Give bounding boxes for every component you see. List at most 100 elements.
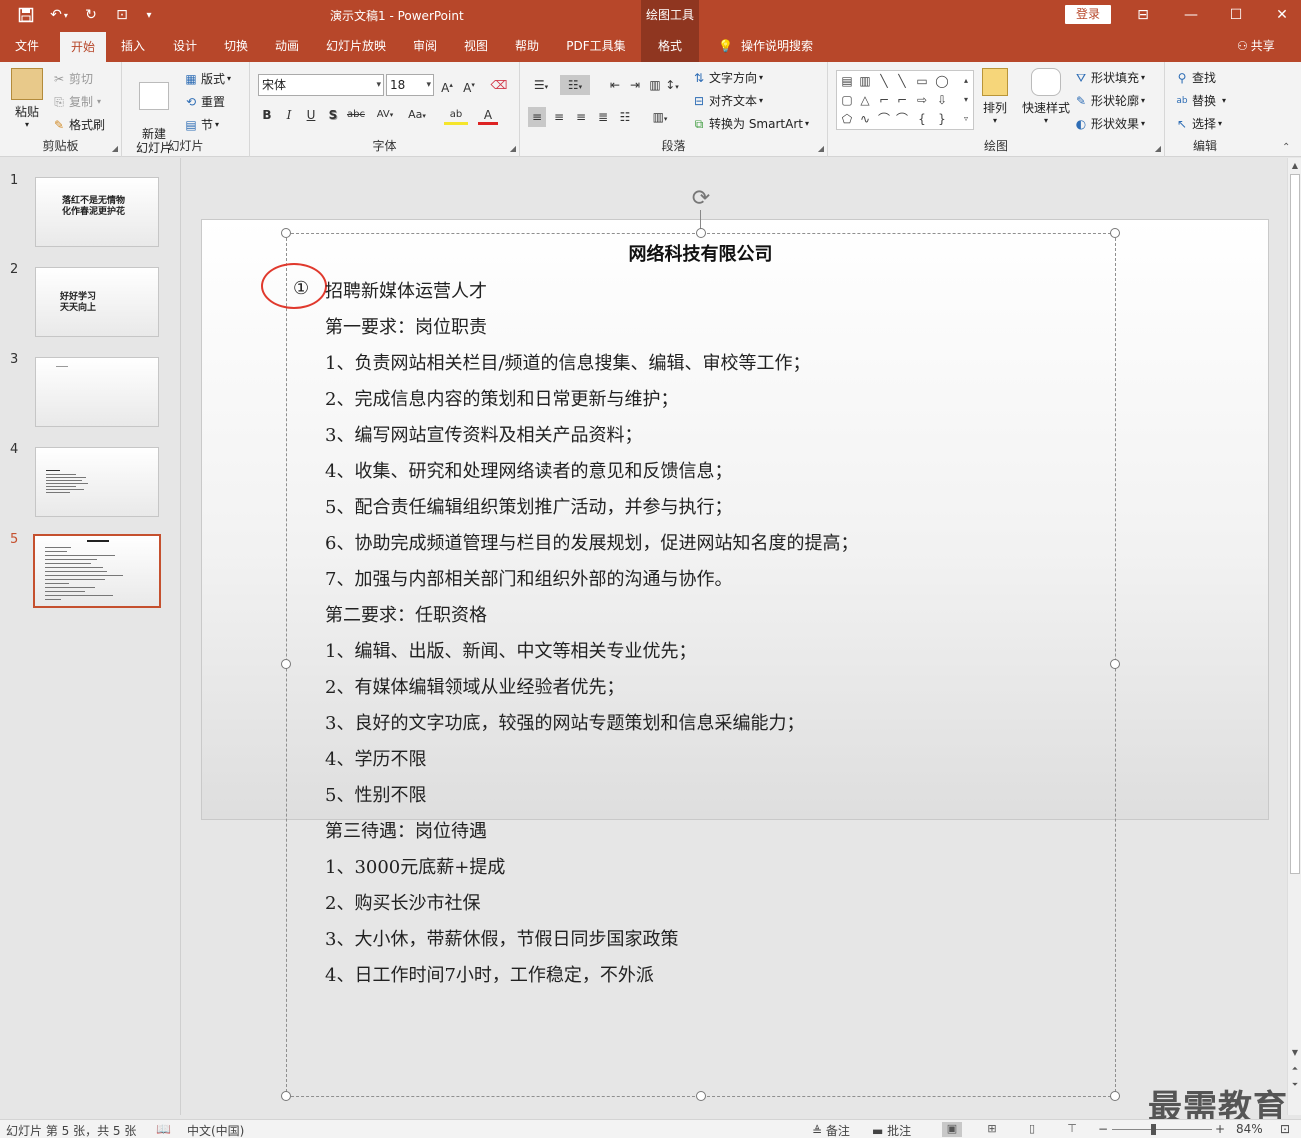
undo-icon[interactable]: ↶ ▾ (44, 5, 74, 25)
character-spacing-button[interactable]: AV▾ (370, 105, 400, 125)
line-spacing-icon[interactable]: ↕▾ (658, 75, 686, 95)
resize-handle-bottom[interactable] (696, 1091, 706, 1101)
curve-shape-icon[interactable]: ∿ (858, 112, 872, 126)
slide-thumbnail[interactable]: 好好学习 天天向上 (35, 267, 159, 337)
normal-view-icon[interactable]: ▣ (942, 1122, 962, 1137)
notes-button[interactable]: ≜ 备注 (812, 1122, 850, 1138)
shape-effects-button[interactable]: ◐ 形状效果 ▾ (1074, 115, 1145, 132)
select-button[interactable]: ↖ 选择 ▾ (1175, 115, 1222, 132)
section-button[interactable]: ▤ 节 ▾ (184, 116, 219, 133)
zoom-out-icon[interactable]: − (1098, 1122, 1108, 1136)
slide-thumbnail[interactable] (35, 357, 159, 427)
copy-button[interactable]: ⎘ 复制 ▾ (52, 93, 101, 110)
change-case-button[interactable]: Aa▾ (402, 105, 432, 125)
rectangle-shape-icon[interactable]: ▭ (915, 74, 929, 88)
reading-view-icon[interactable]: ▯ (1022, 1122, 1042, 1137)
spelling-check-icon[interactable]: 📖 (156, 1122, 171, 1136)
vertical-scrollbar[interactable]: ▲ ▼ ⏶ ⏷ (1287, 158, 1301, 1115)
slideshow-view-icon[interactable]: ⊤ (1062, 1122, 1082, 1137)
quick-styles-button[interactable]: 快速样式 ▾ (1018, 68, 1074, 125)
scrollbar-thumb[interactable] (1290, 174, 1300, 874)
find-button[interactable]: ⚲ 查找 (1175, 69, 1216, 86)
strikethrough-button[interactable]: abc (344, 105, 368, 125)
arrange-button[interactable]: 排列 ▾ (978, 68, 1012, 125)
gallery-more-icon[interactable]: ▿ (959, 112, 973, 126)
resize-handle-top[interactable] (696, 228, 706, 238)
rounded-rect-shape-icon[interactable]: ▢ (840, 93, 854, 107)
convert-smartart-button[interactable]: ⧉ 转换为 SmartArt ▾ (692, 115, 809, 132)
align-text-button[interactable]: ⊟ 对齐文本 ▾ (692, 92, 763, 109)
shadow-button[interactable]: S (324, 105, 342, 125)
language-status[interactable]: 中文(中国) (187, 1122, 244, 1138)
brace-right-shape-icon[interactable]: } (935, 112, 949, 126)
gallery-scroll-icon[interactable]: ▾ (959, 93, 973, 107)
tab-animations[interactable]: 动画 (266, 30, 308, 62)
shape-outline-button[interactable]: ✎ 形状轮廓 ▾ (1074, 92, 1145, 109)
distributed-icon[interactable]: ☷ (616, 107, 634, 127)
oval-shape-icon[interactable]: ◯ (935, 74, 949, 88)
save-icon[interactable] (14, 5, 38, 25)
connector-shape-icon[interactable]: ⌐ (877, 93, 891, 107)
resize-handle-bottom-left[interactable] (281, 1091, 291, 1101)
align-right-icon[interactable]: ≡ (572, 107, 590, 127)
increase-indent-icon[interactable]: ⇥ (626, 75, 644, 95)
cut-button[interactable]: ✂ 剪切 (52, 70, 93, 87)
freeform-shape-icon[interactable]: ⬠ (840, 112, 854, 126)
fit-to-window-icon[interactable]: ⊡ (1280, 1122, 1290, 1136)
textbox-shape-icon[interactable]: ▤ (840, 74, 854, 88)
font-size-select[interactable]: 18 ▾ (386, 74, 434, 96)
minimize-icon[interactable]: — (1180, 4, 1202, 26)
resize-handle-right[interactable] (1110, 659, 1120, 669)
tab-home[interactable]: 开始 (60, 32, 106, 62)
dialog-launcher-icon[interactable]: ◢ (1155, 144, 1161, 153)
underline-button[interactable]: U (302, 105, 320, 125)
line-shape-icon[interactable]: ╲ (895, 74, 909, 88)
maximize-icon[interactable]: ☐ (1225, 4, 1247, 26)
zoom-slider-track[interactable] (1112, 1129, 1212, 1130)
scroll-up-icon[interactable]: ▲ (1288, 161, 1301, 170)
decrease-indent-icon[interactable]: ⇤ (606, 75, 624, 95)
align-center-icon[interactable]: ≡ (550, 107, 568, 127)
resize-handle-top-left[interactable] (281, 228, 291, 238)
font-color-icon[interactable]: A (478, 105, 498, 125)
scroll-down-icon[interactable]: ▼ (1288, 1048, 1301, 1057)
slide-thumbnail[interactable]: 落红不是无情物 化作春泥更护花 (35, 177, 159, 247)
vertical-textbox-shape-icon[interactable]: ▥ (858, 74, 872, 88)
share-button[interactable]: ⚇ 共享 (1237, 30, 1275, 62)
layout-button[interactable]: ▦ 版式 ▾ (184, 70, 231, 87)
italic-button[interactable]: I (280, 105, 298, 125)
tab-pdf-tools[interactable]: PDF工具集 (558, 30, 634, 62)
next-slide-icon[interactable]: ⏷ (1288, 1080, 1301, 1090)
tab-help[interactable]: 帮助 (506, 30, 548, 62)
tab-design[interactable]: 设计 (164, 30, 206, 62)
rotate-handle-icon[interactable]: ⟳ (688, 186, 714, 212)
customize-icon[interactable]: ▾ (140, 5, 158, 25)
font-name-select[interactable]: 宋体 ▾ (258, 74, 384, 96)
zoom-slider-thumb[interactable] (1151, 1124, 1156, 1135)
tab-insert[interactable]: 插入 (112, 30, 154, 62)
collapse-ribbon-icon[interactable]: ⌃ (1282, 142, 1290, 153)
highlight-color-icon[interactable]: ab (444, 105, 468, 125)
gallery-scroll-icon[interactable]: ▴ (959, 74, 973, 88)
tab-transitions[interactable]: 切换 (215, 30, 257, 62)
previous-slide-icon[interactable]: ⏶ (1288, 1064, 1301, 1074)
ribbon-display-icon[interactable]: ⊟ (1132, 4, 1154, 26)
shapes-gallery[interactable]: ▤ ▥ ╲ ╲ ▭ ◯ ▢ △ ⌐ ⌐ ⇨ ⇩ ⬠ ∿ ⌒ ⌒ { } ▴ ▾ … (836, 70, 974, 130)
resize-handle-left[interactable] (281, 659, 291, 669)
arc-shape-icon[interactable]: ⌒ (877, 112, 891, 126)
dialog-launcher-icon[interactable]: ◢ (510, 144, 516, 153)
start-slideshow-icon[interactable]: ⊡ (110, 5, 134, 25)
tab-view[interactable]: 视图 (455, 30, 497, 62)
line-shape-icon[interactable]: ╲ (877, 74, 891, 88)
bullets-icon[interactable]: ☰▾ (528, 75, 554, 95)
shrink-font-icon[interactable]: A▾ (460, 75, 478, 95)
comments-button[interactable]: ▬ 批注 (872, 1122, 911, 1138)
justify-icon[interactable]: ≣ (594, 107, 612, 127)
reset-button[interactable]: ⟲ 重置 (184, 93, 225, 110)
zoom-in-icon[interactable]: + (1215, 1122, 1225, 1136)
slide-thumbnail[interactable] (35, 447, 159, 517)
dialog-launcher-icon[interactable]: ◢ (818, 144, 824, 153)
shape-fill-button[interactable]: ⛛ 形状填充 ▾ (1074, 69, 1145, 86)
tell-me-search[interactable]: 💡 操作说明搜索 (718, 30, 813, 62)
grow-font-icon[interactable]: A▴ (438, 75, 456, 95)
